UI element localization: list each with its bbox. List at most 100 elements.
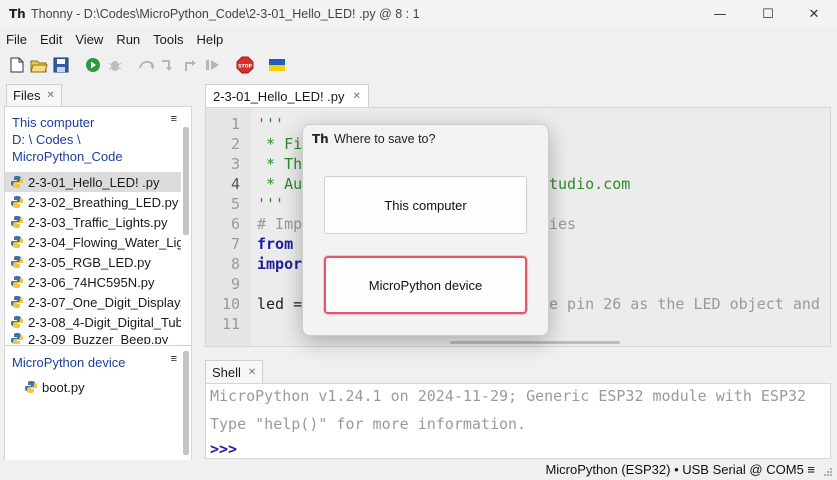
code-line: ''': [257, 195, 285, 213]
open-folder-icon[interactable]: [30, 56, 48, 74]
minimize-button[interactable]: —: [697, 0, 743, 28]
step-over-icon[interactable]: [138, 56, 156, 74]
micropython-device-header: MicroPython device: [12, 355, 126, 370]
menu-run[interactable]: Run: [116, 32, 140, 47]
file-name: 2-3-05_RGB_LED.py: [28, 254, 151, 270]
tab-shell[interactable]: Shell ✕: [205, 360, 264, 383]
file-name: boot.py: [42, 379, 85, 395]
shell-output-line: MicroPython v1.24.1 on 2024-11-29; Gener…: [210, 387, 807, 405]
files-scrollbar[interactable]: [183, 127, 189, 235]
file-name: 2-3-07_One_Digit_Display.p: [28, 294, 181, 310]
line-number: 7: [230, 235, 240, 253]
save-disk-icon[interactable]: [52, 56, 70, 74]
editor-tab-label: 2-3-01_Hello_LED! .py: [213, 88, 345, 104]
this-computer-button[interactable]: This computer: [324, 176, 527, 234]
code-line: * Fi: [257, 135, 303, 153]
resize-grip-icon[interactable]: [823, 467, 833, 477]
micropython-device-button[interactable]: MicroPython device: [324, 256, 527, 314]
this-computer-header: This computer: [12, 115, 95, 130]
line-number: 11: [221, 315, 240, 333]
list-item[interactable]: boot.py: [19, 377, 195, 397]
line-number: 1: [230, 115, 240, 133]
new-file-icon[interactable]: [8, 56, 26, 74]
run-play-icon[interactable]: [84, 56, 102, 74]
list-item[interactable]: 2-3-08_4-Digit_Digital_Tub: [5, 312, 181, 332]
toolbar: STOP: [0, 52, 837, 78]
list-item[interactable]: 2-3-02_Breathing_LED.py: [5, 192, 181, 212]
line-number: 8: [230, 255, 240, 273]
path-breadcrumb-folder[interactable]: MicroPython_Code: [12, 148, 123, 165]
menu-edit[interactable]: Edit: [40, 32, 62, 47]
python-file-icon: [11, 256, 23, 268]
python-file-icon: [11, 296, 23, 308]
list-item[interactable]: 2-3-06_74HC595N.py: [5, 272, 181, 292]
interpreter-status[interactable]: MicroPython (ESP32) • USB Serial @ COM5 …: [545, 462, 815, 477]
python-file-icon: [11, 196, 23, 208]
code-line-tail: e pin 26 as the LED object and: [549, 295, 820, 313]
files-menu-icon[interactable]: ≡: [171, 113, 177, 125]
line-number: 4: [230, 175, 240, 193]
list-item[interactable]: 2-3-05_RGB_LED.py: [5, 252, 181, 272]
python-file-icon: [11, 333, 23, 344]
list-item[interactable]: 2-3-03_Traffic_Lights.py: [5, 212, 181, 232]
status-bar: MicroPython (ESP32) • USB Serial @ COM5 …: [0, 460, 837, 480]
python-file-icon: [11, 316, 23, 328]
list-item[interactable]: 2-3-01_Hello_LED! .py: [5, 172, 181, 192]
step-into-icon[interactable]: [160, 56, 178, 74]
maximize-button[interactable]: ☐: [745, 0, 791, 28]
stop-sign-icon[interactable]: STOP: [236, 56, 254, 74]
tab-editor-file[interactable]: 2-3-01_Hello_LED! .py ✕: [205, 84, 369, 107]
file-name: 2-3-08_4-Digit_Digital_Tub: [28, 314, 181, 330]
line-number: 5: [230, 195, 240, 213]
files-panel: This computer ≡ D: \ Codes \ MicroPython…: [4, 106, 192, 462]
file-name: 2-3-03_Traffic_Lights.py: [28, 214, 168, 230]
menu-help[interactable]: Help: [197, 32, 224, 47]
python-file-icon: [11, 236, 23, 248]
save-location-dialog: Th Where to save to? This computer Micro…: [302, 124, 549, 336]
device-menu-icon[interactable]: ≡: [171, 353, 177, 365]
menu-tools[interactable]: Tools: [153, 32, 183, 47]
close-window-button[interactable]: ✕: [791, 0, 837, 28]
tab-files[interactable]: Files ✕: [6, 84, 62, 106]
debug-bug-icon[interactable]: [106, 56, 124, 74]
python-file-icon: [11, 176, 23, 188]
close-icon[interactable]: ✕: [46, 90, 54, 101]
line-number: 2: [230, 135, 240, 153]
close-icon[interactable]: ✕: [353, 91, 361, 102]
list-item[interactable]: 2-3-07_One_Digit_Display.p: [5, 292, 181, 312]
file-name: 2-3-01_Hello_LED! .py: [28, 174, 160, 190]
files-tab-label: Files: [13, 88, 41, 103]
code-line-tail: ies: [549, 215, 577, 233]
file-name: 2-3-04_Flowing_Water_Ligh: [28, 234, 181, 250]
thonny-app-icon: Th: [312, 132, 329, 146]
code-line: ''': [257, 115, 285, 133]
ukraine-flag-icon[interactable]: [268, 56, 286, 74]
step-out-icon[interactable]: [182, 56, 200, 74]
line-number: 10: [221, 295, 240, 313]
python-file-icon: [11, 276, 23, 288]
close-icon[interactable]: ✕: [248, 367, 256, 378]
window-title: Thonny - D:\Codes\MicroPython_Code\2-3-0…: [31, 7, 420, 21]
list-item[interactable]: 2-3-09_Buzzer_Beep.py: [5, 332, 181, 344]
shell-console[interactable]: MicroPython v1.24.1 on 2024-11-29; Gener…: [205, 383, 831, 459]
menu-file[interactable]: File: [6, 32, 27, 47]
list-item[interactable]: 2-3-04_Flowing_Water_Ligh: [5, 232, 181, 252]
file-name: 2-3-09_Buzzer_Beep.py: [28, 332, 169, 344]
file-name: 2-3-06_74HC595N.py: [28, 274, 155, 290]
line-number: 9: [230, 275, 240, 293]
menu-view[interactable]: View: [75, 32, 103, 47]
python-file-icon: [25, 381, 37, 393]
python-file-icon: [11, 216, 23, 228]
title-bar: Th Thonny - D:\Codes\MicroPython_Code\2-…: [0, 0, 837, 28]
line-number: 6: [230, 215, 240, 233]
panel-divider: [5, 345, 191, 346]
dialog-title: Where to save to?: [334, 132, 436, 146]
device-scrollbar[interactable]: [183, 351, 189, 455]
line-number: 3: [230, 155, 240, 173]
shell-prompt: >>>: [210, 440, 238, 458]
shell-output-line: Type "help()" for more information.: [210, 415, 527, 433]
resume-icon[interactable]: [204, 56, 222, 74]
path-breadcrumb[interactable]: D: \ Codes \: [12, 131, 81, 148]
editor-horizontal-scrollbar[interactable]: [450, 341, 620, 344]
thonny-app-icon: Th: [9, 7, 26, 21]
